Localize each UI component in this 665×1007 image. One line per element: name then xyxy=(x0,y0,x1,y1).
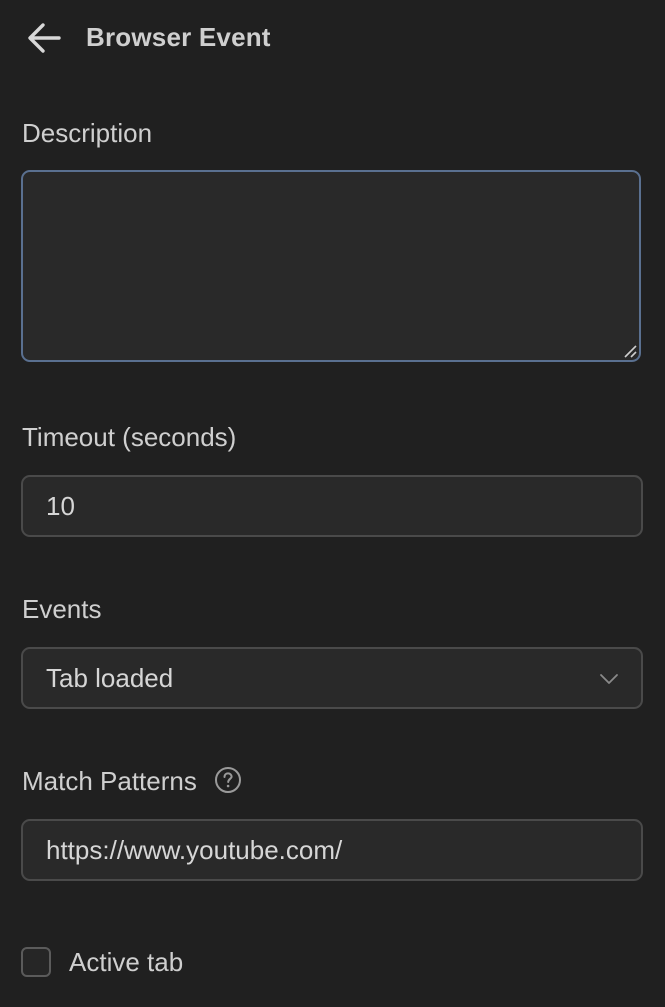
description-textarea[interactable] xyxy=(21,170,641,362)
events-selected-value: Tab loaded xyxy=(46,662,174,693)
match-patterns-label: Match Patterns xyxy=(22,766,197,796)
page-title: Browser Event xyxy=(86,22,271,52)
timeout-value: 10 xyxy=(46,490,75,521)
active-tab-label[interactable]: Active tab xyxy=(69,947,183,978)
timeout-input[interactable]: 10 xyxy=(21,475,643,537)
back-button[interactable] xyxy=(22,18,66,58)
active-tab-checkbox[interactable] xyxy=(21,947,51,977)
resize-grip-icon[interactable] xyxy=(623,344,637,358)
header: Browser Event xyxy=(0,0,665,76)
timeout-label: Timeout (seconds) xyxy=(22,422,237,452)
match-patterns-value: https://www.youtube.com/ xyxy=(46,834,343,865)
chevron-down-icon xyxy=(600,674,618,684)
arrow-left-icon xyxy=(28,23,61,53)
events-select[interactable]: Tab loaded xyxy=(21,647,643,709)
match-patterns-input[interactable]: https://www.youtube.com/ xyxy=(21,819,643,881)
description-label: Description xyxy=(22,118,153,148)
help-circle-icon[interactable] xyxy=(214,766,242,794)
events-label: Events xyxy=(22,594,102,624)
